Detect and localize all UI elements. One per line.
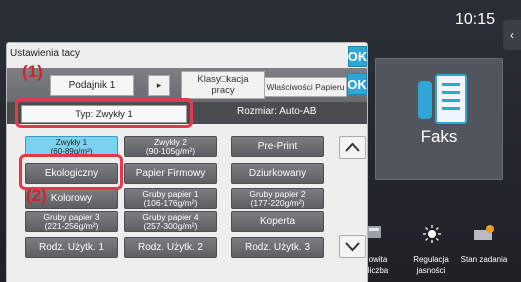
tray-next-button[interactable]: ▸ (148, 75, 170, 96)
chevron-left-icon: ‹ (510, 28, 514, 42)
fax-icon (418, 74, 467, 124)
tab-job-classification[interactable]: Klasy□kacja pracy (181, 71, 265, 99)
fax-label: Faks (420, 127, 458, 146)
scroll-down-button[interactable] (339, 235, 366, 258)
callout-highlight-1 (15, 98, 193, 128)
paper-type-plain-2[interactable]: Zwykły 2 (90-105g/m²) (124, 136, 217, 157)
paper-type-heavy-3[interactable]: Gruby papier 3 (221-256g/m²) (25, 211, 118, 232)
chevron-up-icon (345, 142, 360, 152)
ok-button[interactable]: OK (348, 46, 367, 67)
counter-icon (367, 226, 381, 238)
scroll-up-button[interactable] (339, 136, 366, 159)
paper-type-letterhead[interactable]: Papier Firmowy (124, 163, 217, 184)
paper-type-heavy-4[interactable]: Gruby papier 4 (257-300g/m²) (124, 211, 217, 232)
callout-label-2: (2) (26, 186, 47, 205)
paper-size-field: Rozmiar: Auto-AB (237, 106, 317, 117)
paper-type-punched[interactable]: Dziurkowany (231, 163, 324, 184)
ok-button-secondary[interactable]: OK (347, 73, 367, 95)
job-status-label[interactable]: Stan zadania (455, 254, 513, 265)
paper-type-envelope[interactable]: Koperta (231, 211, 324, 232)
fax-tile[interactable]: Faks (375, 58, 503, 180)
paper-type-heavy-2[interactable]: Gruby papier 2 (177-220g/m²) (231, 188, 324, 209)
tray-select[interactable]: Podajnik 1 (50, 75, 134, 96)
tray-header-bar: Podajnik 1 ▸ Klasy□kacja pracy Właściwoś… (7, 68, 367, 102)
tab-paper-properties[interactable]: Właściwości Papieru (264, 77, 347, 97)
paper-type-preprint[interactable]: Pre-Print (231, 136, 324, 157)
side-panel-tab[interactable]: ‹ (503, 20, 521, 50)
arrow-right-icon: ▸ (156, 80, 162, 90)
paper-type-user-3[interactable]: Rodz. Użytk. 3 (231, 237, 324, 258)
job-status-icon (474, 225, 494, 240)
brightness-label[interactable]: Regulacja jasności (404, 254, 458, 276)
clock: 10:15 (455, 11, 496, 28)
paper-type-user-2[interactable]: Rodz. Użytk. 2 (124, 237, 217, 258)
paper-type-user-1[interactable]: Rodz. Użytk. 1 (25, 237, 118, 258)
paper-type-heavy-1[interactable]: Gruby papier 1 (106-176g/m²) (124, 188, 217, 209)
callout-label-1: (1) (22, 62, 43, 81)
dialog-title: Ustawienia tacy (10, 48, 81, 59)
chevron-down-icon (345, 242, 360, 252)
callout-highlight-2 (19, 154, 123, 190)
brightness-icon (423, 225, 441, 243)
